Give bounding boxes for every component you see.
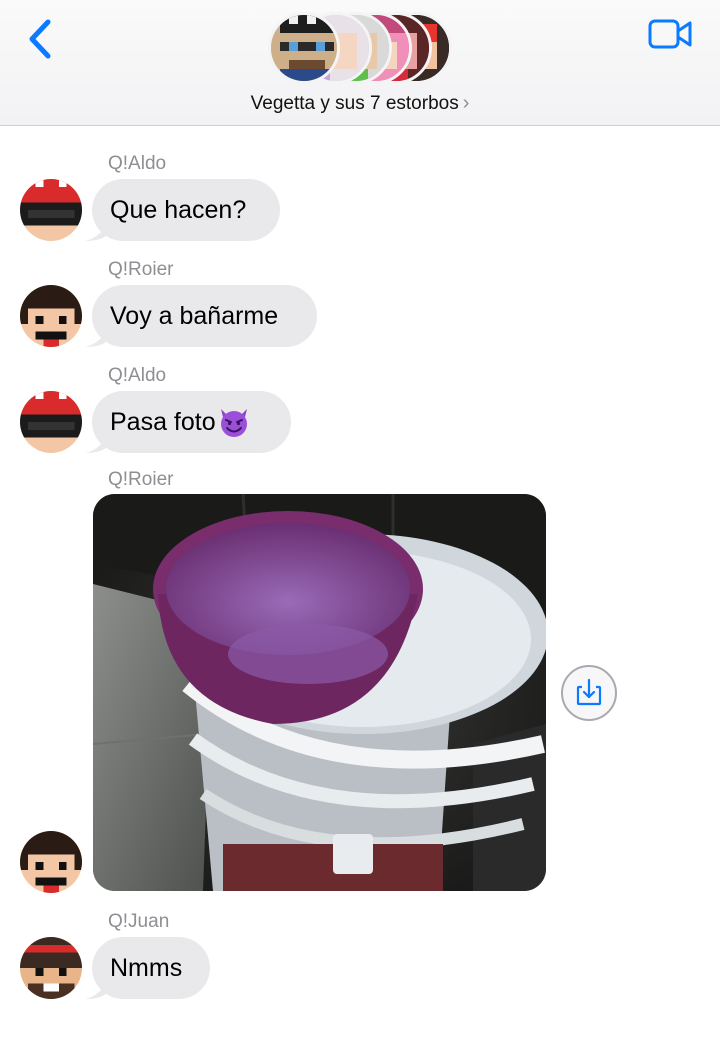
sender-name: Q!Aldo [108, 365, 167, 386]
message-bubble[interactable]: Pasa foto [85, 391, 291, 453]
save-download-icon [576, 678, 602, 706]
chat-header: Vegetta y sus 7 estorbos › [0, 0, 720, 126]
bubble-tail [85, 327, 107, 347]
message-text: Pasa foto [110, 407, 216, 436]
bubble-tail [85, 433, 107, 453]
smiling-devil-emoji [217, 405, 251, 439]
group-member-avatar-vegetta [268, 12, 340, 84]
video-camera-icon [648, 19, 692, 49]
sender-name: Q!Roier [108, 469, 174, 490]
bubble-tail [85, 979, 107, 999]
group-name[interactable]: Vegetta y sus 7 estorbos › [0, 92, 720, 115]
group-avatar-stack[interactable] [268, 12, 458, 88]
video-call-button[interactable] [646, 14, 696, 54]
message-bubble[interactable]: Nmms [85, 937, 210, 999]
chevron-left-icon [29, 19, 51, 59]
avatar-roier [20, 831, 82, 893]
photo-attachment[interactable] [93, 494, 546, 891]
message-text: Voy a bañarme [110, 301, 279, 330]
back-button[interactable] [22, 14, 62, 64]
avatar-juan [20, 937, 82, 999]
avatar-roier [20, 285, 82, 347]
message-text: Nmms [110, 953, 183, 982]
avatar-aldo [20, 179, 82, 241]
group-name-label: Vegetta y sus 7 estorbos [250, 93, 459, 114]
avatar-aldo [20, 391, 82, 453]
bubble-tail [85, 221, 107, 241]
sender-name: Q!Juan [108, 911, 170, 932]
message-bubble[interactable]: Voy a bañarme [85, 285, 317, 347]
message-bubble[interactable]: Que hacen? [85, 179, 280, 241]
save-photo-button[interactable] [561, 665, 617, 721]
sender-name: Q!Aldo [108, 153, 167, 174]
message-text: Que hacen? [110, 195, 247, 224]
chevron-right-icon: › [462, 92, 470, 114]
sender-name: Q!Roier [108, 259, 174, 280]
